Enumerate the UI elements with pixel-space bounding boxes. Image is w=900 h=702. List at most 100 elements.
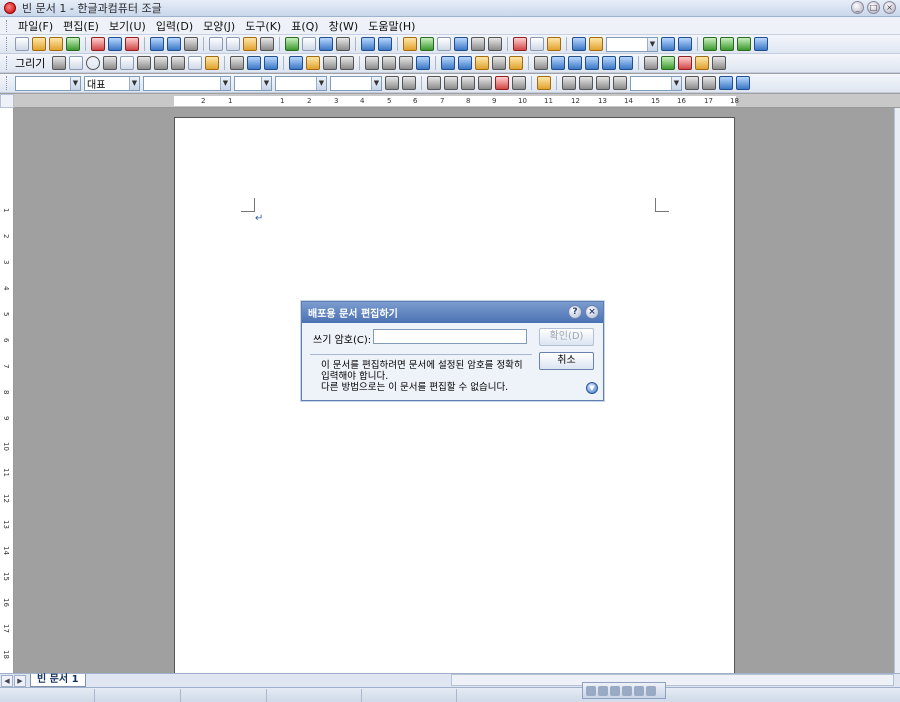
send-back-icon[interactable] — [340, 56, 355, 70]
curve-icon[interactable] — [137, 56, 152, 70]
menu-tools[interactable]: 도구(K) — [240, 18, 286, 34]
print-preview-icon[interactable] — [108, 37, 122, 51]
hanja-icon[interactable] — [488, 37, 502, 51]
rotate-icon[interactable] — [492, 56, 507, 70]
select-object-icon[interactable] — [230, 56, 245, 70]
chevron-down-icon[interactable]: ▼ — [647, 37, 657, 51]
expand-options-icon[interactable]: ▼ — [586, 382, 598, 394]
line-style-icon[interactable] — [365, 56, 380, 70]
zoom-combo[interactable]: ▼ — [606, 36, 658, 52]
grid-icon[interactable] — [712, 56, 727, 70]
align-right-icon[interactable] — [613, 76, 627, 90]
brightness-icon[interactable] — [602, 56, 617, 70]
line-spacing-combo[interactable]: ▼ — [330, 75, 382, 91]
unlink-icon[interactable] — [378, 37, 392, 51]
horizontal-ruler[interactable]: 2 1 1 2 3 4 5 6 7 8 9 10 11 12 13 14 15 … — [14, 94, 900, 108]
increase-indent-icon[interactable] — [702, 76, 716, 90]
align-objects-icon[interactable] — [441, 56, 456, 70]
rectangle-icon[interactable] — [69, 56, 84, 70]
chevron-down-icon[interactable]: ▼ — [129, 76, 139, 90]
menu-help[interactable]: 도움말(H) — [363, 18, 420, 34]
page-down-icon[interactable] — [720, 37, 734, 51]
tab-prev-button[interactable]: ◀ — [1, 674, 13, 687]
document-tab[interactable]: 빈 문서 1 — [30, 674, 86, 687]
menu-window[interactable]: 창(W) — [324, 18, 364, 34]
subscript-icon[interactable] — [402, 76, 416, 90]
new-document-icon[interactable] — [15, 37, 29, 51]
align-left-icon[interactable] — [579, 76, 593, 90]
dialog-help-button[interactable]: ? — [568, 305, 582, 319]
page-setup-icon[interactable] — [737, 37, 751, 51]
pen-icon[interactable] — [154, 56, 169, 70]
cut-icon[interactable] — [209, 37, 223, 51]
chevron-down-icon[interactable]: ▼ — [220, 76, 230, 90]
undo-icon[interactable] — [150, 37, 164, 51]
char-border-icon[interactable] — [512, 76, 526, 90]
underline-icon[interactable] — [461, 76, 475, 90]
bullets-icon[interactable] — [736, 76, 750, 90]
vertical-scrollbar[interactable] — [894, 108, 900, 673]
menu-edit[interactable]: 편집(E) — [58, 18, 104, 34]
chevron-down-icon[interactable]: ▼ — [371, 76, 381, 90]
decrease-indent-icon[interactable] — [685, 76, 699, 90]
fax-icon[interactable] — [125, 37, 139, 51]
spell-check-icon[interactable] — [285, 37, 299, 51]
formula-icon[interactable] — [454, 37, 468, 51]
cell-icon[interactable] — [530, 37, 544, 51]
shadow-icon[interactable] — [416, 56, 431, 70]
bring-front-icon[interactable] — [323, 56, 338, 70]
para-shape-icon[interactable] — [319, 37, 333, 51]
columns-icon[interactable] — [336, 37, 350, 51]
flip-icon[interactable] — [509, 56, 524, 70]
chart-icon[interactable] — [420, 37, 434, 51]
zoom-in-icon[interactable] — [678, 37, 692, 51]
line-width-icon[interactable] — [382, 56, 397, 70]
menu-insert[interactable]: 입력(D) — [151, 18, 198, 34]
char-shape-icon[interactable] — [302, 37, 316, 51]
font-color-icon[interactable] — [495, 76, 509, 90]
menu-file[interactable]: 파일(F) — [13, 18, 58, 34]
paste-icon[interactable] — [243, 37, 257, 51]
arrow-style-icon[interactable] — [399, 56, 414, 70]
arc-icon[interactable] — [103, 56, 118, 70]
ellipse-icon[interactable] — [86, 56, 101, 70]
para-spacing-combo[interactable]: ▼ — [630, 75, 682, 91]
password-input[interactable] — [373, 329, 527, 344]
symbol-icon[interactable] — [471, 37, 485, 51]
chevron-down-icon[interactable]: ▼ — [261, 76, 271, 90]
goto-icon[interactable] — [622, 685, 632, 696]
cancel-button[interactable]: 취소 — [539, 352, 594, 370]
new-template-icon[interactable] — [32, 37, 46, 51]
connector-icon[interactable] — [171, 56, 186, 70]
save-icon[interactable] — [66, 37, 80, 51]
menu-table[interactable]: 표(Q) — [286, 18, 323, 34]
ruler-corner[interactable] — [0, 94, 14, 108]
image-insert-icon[interactable] — [513, 37, 527, 51]
zoom-out-icon[interactable] — [661, 37, 675, 51]
menu-format[interactable]: 모양(J) — [198, 18, 240, 34]
print-icon[interactable] — [91, 37, 105, 51]
find-icon[interactable] — [184, 37, 198, 51]
document-info-icon[interactable] — [754, 37, 768, 51]
align-justify-icon[interactable] — [562, 76, 576, 90]
contrast-icon[interactable] — [619, 56, 634, 70]
anchor-icon[interactable] — [551, 56, 566, 70]
line-icon[interactable] — [52, 56, 67, 70]
font-name-combo[interactable]: ▼ — [143, 75, 231, 91]
highlighter-icon[interactable] — [537, 76, 551, 90]
char-spacing-combo[interactable]: ▼ — [275, 75, 327, 91]
copy-icon[interactable] — [226, 37, 240, 51]
image-effect-icon[interactable] — [585, 56, 600, 70]
draw-menu-label[interactable]: 그리기 — [15, 55, 45, 71]
bookmark-icon[interactable] — [610, 685, 620, 696]
polygon-icon[interactable] — [120, 56, 135, 70]
format-painter-icon[interactable] — [260, 37, 274, 51]
textbox-icon[interactable] — [188, 56, 203, 70]
memo-icon[interactable] — [547, 37, 561, 51]
numbering-icon[interactable] — [719, 76, 733, 90]
style-combo[interactable]: ▼ — [15, 75, 81, 91]
picture-icon[interactable] — [403, 37, 417, 51]
chevron-down-icon[interactable]: ▼ — [671, 76, 681, 90]
align-center-icon[interactable] — [596, 76, 610, 90]
group-icon[interactable] — [247, 56, 262, 70]
